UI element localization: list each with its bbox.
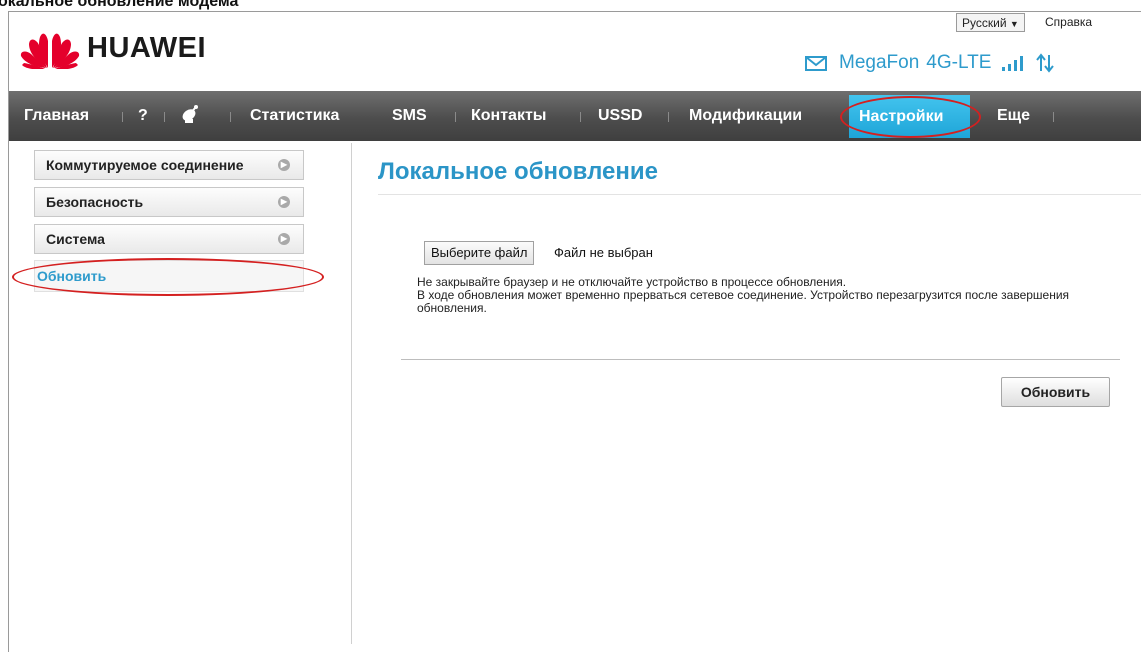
language-value: Русский [962, 16, 1007, 30]
transfer-arrows-icon [1036, 53, 1055, 73]
nav-separator [580, 112, 581, 122]
annotation-oval-settings [840, 96, 981, 138]
sidebar-item-dialup[interactable]: Коммутируемое соединение ▶ [34, 150, 304, 180]
help-link[interactable]: Справка [1045, 15, 1092, 29]
nav-more[interactable]: Еще [997, 91, 1030, 141]
dropdown-arrow-icon: ▼ [1009, 19, 1019, 29]
signal-icon [1002, 55, 1024, 71]
nav-separator [230, 112, 231, 122]
status-bar: MegaFon 4G-LTE [805, 52, 1055, 74]
nav-separator [668, 112, 669, 122]
sidebar-item-system[interactable]: Система ▶ [34, 224, 304, 254]
nav-ussd[interactable]: USSD [598, 91, 642, 141]
title-divider [378, 194, 1141, 195]
nav-separator [164, 112, 165, 122]
nav-home[interactable]: Главная [24, 91, 89, 141]
chevron-right-icon: ▶ [278, 233, 290, 245]
file-status: Файл не выбран [554, 245, 653, 260]
sidebar-item-label: Система [46, 231, 105, 247]
nav-separator [455, 112, 456, 122]
nav-satellite[interactable] [180, 91, 200, 141]
choose-file-button[interactable]: Выберите файл [424, 241, 535, 265]
nav-modifications[interactable]: Модификации [689, 91, 802, 141]
update-button[interactable]: Обновить [1001, 377, 1110, 407]
nav-statistics[interactable]: Статистика [250, 91, 339, 141]
nav-separator [1053, 112, 1054, 122]
nav-help[interactable]: ? [138, 91, 148, 141]
sidebar-divider [351, 143, 352, 644]
sidebar-item-label: Безопасность [46, 194, 144, 210]
annotation-oval-update [12, 258, 324, 296]
content-divider [401, 359, 1120, 360]
page-caption: окальное обновление модема [0, 0, 239, 10]
language-select[interactable]: Русский ▼ [956, 13, 1025, 32]
nav-contacts[interactable]: Контакты [471, 91, 546, 141]
nav-separator [122, 112, 123, 122]
mail-icon[interactable] [805, 55, 827, 71]
satellite-icon [182, 105, 198, 123]
notice-line: В ходе обновления может временно прерват… [417, 288, 1070, 315]
chevron-right-icon: ▶ [278, 159, 290, 171]
sidebar-item-label: Коммутируемое соединение [46, 157, 244, 173]
operator-name: MegaFon [839, 52, 920, 73]
huawei-logo-icon [20, 33, 80, 69]
sidebar-item-security[interactable]: Безопасность ▶ [34, 187, 304, 217]
update-notice: Не закрывайте браузер и не отключайте ус… [417, 276, 1117, 315]
huawei-logo[interactable]: HUAWEI [19, 27, 206, 69]
nav-sms[interactable]: SMS [392, 91, 427, 141]
chevron-right-icon: ▶ [278, 196, 290, 208]
network-type: 4G-LTE [926, 52, 992, 73]
brand-name: HUAWEI [87, 31, 206, 64]
page-title: Локальное обновление [378, 158, 658, 185]
